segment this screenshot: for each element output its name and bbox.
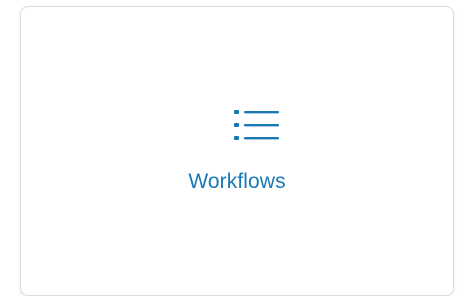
card-label: Workflows — [188, 170, 286, 193]
workflows-card[interactable]: Workflows — [20, 6, 454, 296]
list-icon — [234, 108, 280, 142]
